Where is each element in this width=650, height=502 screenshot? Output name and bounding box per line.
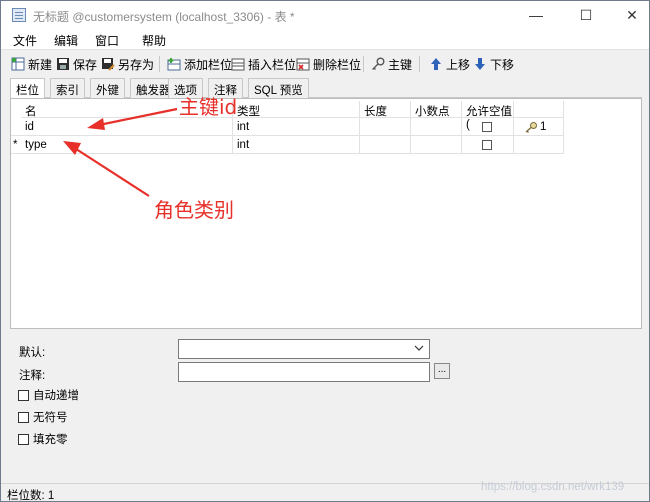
add-field-icon [167,57,181,71]
save-button[interactable]: 保存 [56,54,97,74]
comment-label: 注释: [19,370,46,382]
minimize-button[interactable]: — [513,1,559,29]
save-as-button[interactable]: 另存为 [101,54,154,74]
save-icon [56,57,70,71]
zerofill-checkbox[interactable] [18,433,29,445]
delete-field-label: 删除栏位 [313,57,362,72]
delete-field-button[interactable]: 删除栏位 [296,54,361,74]
unsigned-checkbox[interactable] [18,411,29,423]
field-count: 栏位数: 1 [7,490,55,502]
menu-bar: 文件 编辑 窗口 帮助 [1,29,649,49]
unsigned-option[interactable]: 无符号 [18,409,68,425]
table-icon [12,8,26,22]
key-icon [371,57,385,71]
menu-file[interactable]: 文件 [13,32,37,49]
comment-input[interactable] [178,362,430,382]
save-as-label: 另存为 [118,57,155,72]
unsigned-label: 无符号 [33,412,68,424]
save-as-icon [101,57,115,71]
comment-browse-button[interactable]: ... [434,363,450,379]
maximize-button[interactable]: ☐ [563,1,609,29]
menu-window[interactable]: 窗口 [95,32,119,49]
toolbar-divider [419,56,420,72]
insert-field-label: 插入栏位 [248,57,297,72]
new-label: 新建 [28,57,53,72]
default-dropdown[interactable] [178,339,430,359]
tab-strip: 栏位 索引 外键 触发器 选项 注释 SQL 预览 [10,78,642,99]
annotation-arrows [63,107,178,197]
insert-field-button[interactable]: 插入栏位 [231,54,296,74]
arrow-down-icon [473,57,487,71]
move-down-button[interactable]: 下移 [473,54,514,74]
zerofill-label: 填充零 [33,434,68,446]
tab-sql-preview[interactable]: SQL 预览 [248,78,309,98]
auto-increment-checkbox[interactable] [18,389,29,401]
new-button[interactable]: 新建 [11,54,52,74]
toolbar-divider [363,56,364,72]
new-table-icon [11,57,25,71]
tab-fields[interactable]: 栏位 [10,78,45,99]
window-title: 无标题 @customersystem (localhost_3306) - 表… [33,10,295,24]
default-label: 默认: [19,347,46,359]
add-field-button[interactable]: 添加栏位 [167,54,232,74]
save-label: 保存 [73,57,98,72]
tab-indexes[interactable]: 索引 [50,78,85,98]
insert-field-icon [231,57,245,71]
zerofill-option[interactable]: 填充零 [18,431,68,447]
auto-increment-label: 自动递增 [33,390,79,402]
toolbar-divider [159,56,160,72]
move-up-label: 上移 [446,57,471,72]
table-designer-window: 无标题 @customersystem (localhost_3306) - 表… [0,0,650,502]
arrow-up-icon [429,57,443,71]
delete-field-icon [296,57,310,71]
menu-help[interactable]: 帮助 [142,32,166,49]
close-button[interactable]: ✕ [609,1,650,29]
toolbar: 新建 保存 另存为 添加栏位 插入栏位 删除栏位 主键 上移 下移 [1,49,649,77]
move-down-label: 下移 [490,57,515,72]
primary-key-button[interactable]: 主键 [371,54,412,74]
auto-increment-option[interactable]: 自动递增 [18,387,79,403]
tab-foreign-keys[interactable]: 外键 [90,78,125,98]
title-bar: 无标题 @customersystem (localhost_3306) - 表… [1,1,649,29]
primary-key-label: 主键 [388,57,413,72]
move-up-button[interactable]: 上移 [429,54,470,74]
watermark: https://blog.csdn.net/wrk139 [481,481,625,493]
menu-edit[interactable]: 编辑 [54,32,78,49]
field-grid: 名 类型 长度 小数点 允许空值 ( id int 1 * type int 主… [10,95,642,329]
add-field-label: 添加栏位 [184,57,233,72]
chevron-down-icon [414,342,424,357]
